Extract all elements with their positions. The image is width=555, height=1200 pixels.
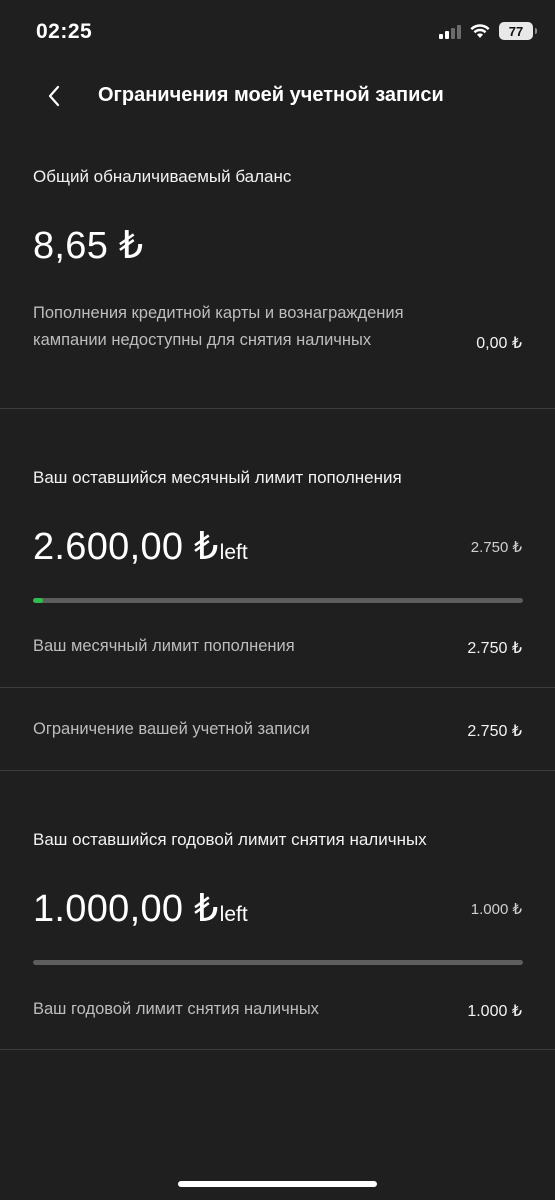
- home-indicator[interactable]: [178, 1181, 377, 1187]
- wifi-icon: [470, 23, 490, 38]
- cash-balance-amount: 8,65 ₺: [33, 225, 144, 267]
- monthly-topup-left-suffix: left: [219, 541, 248, 564]
- monthly-topup-amount: 2.600,00 ₺: [33, 526, 219, 568]
- monthly-topup-progress-fill: [33, 598, 43, 603]
- status-icons: 77: [439, 22, 537, 40]
- yearly-limit-label: Ваш годовой лимит снятия наличных: [33, 1000, 319, 1018]
- cash-balance-note-value: 0,00 ₺: [476, 335, 522, 352]
- chevron-left-icon: [48, 85, 60, 107]
- yearly-withdraw-left-suffix: left: [219, 903, 248, 926]
- yearly-withdraw-progress: [33, 960, 523, 965]
- header: Ограничения моей учетной записи: [0, 70, 555, 122]
- monthly-limit-value: 2.750 ₺: [467, 640, 522, 657]
- yearly-withdraw-remaining: 1.000,00 ₺left: [33, 886, 248, 931]
- cellular-signal-icon: [439, 23, 461, 39]
- divider: [0, 770, 555, 771]
- status-time: 02:25: [36, 20, 93, 43]
- battery-icon: 77: [499, 22, 537, 40]
- monthly-topup-remaining: 2.600,00 ₺left: [33, 524, 248, 569]
- cash-balance-note: Пополнения кредитной карты и вознагражде…: [33, 304, 404, 349]
- divider: [0, 687, 555, 688]
- account-limit-value: 2.750 ₺: [467, 723, 522, 740]
- page-title: Ограничения моей учетной записи: [98, 84, 444, 106]
- yearly-limit-value: 1.000 ₺: [467, 1003, 522, 1020]
- yearly-withdraw-label: Ваш оставшийся годовой лимит снятия нали…: [33, 830, 427, 849]
- monthly-topup-progress: [33, 598, 523, 603]
- yearly-withdraw-total: 1.000 ₺: [470, 901, 522, 918]
- yearly-withdraw-amount: 1.000,00 ₺: [33, 888, 219, 930]
- monthly-topup-total: 2.750 ₺: [470, 539, 522, 556]
- status-bar: 02:25 77: [0, 0, 555, 66]
- divider: [0, 408, 555, 409]
- divider: [0, 1049, 555, 1050]
- monthly-limit-label: Ваш месячный лимит пополнения: [33, 637, 295, 655]
- monthly-topup-label: Ваш оставшийся месячный лимит пополнения: [33, 468, 402, 487]
- back-button[interactable]: [34, 76, 74, 116]
- account-limit-label: Ограничение вашей учетной записи: [33, 720, 310, 738]
- cash-balance-label: Общий обналичиваемый баланс: [33, 167, 292, 186]
